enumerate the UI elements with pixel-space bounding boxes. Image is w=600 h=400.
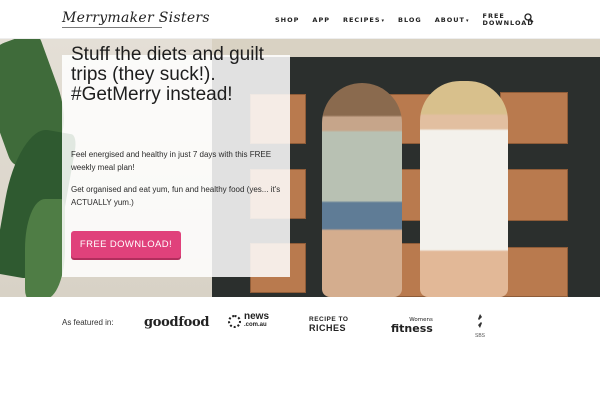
hero-title: Stuff the diets and guilt trips (they su… [71, 44, 264, 105]
featured-in-section: As featured in: goodfood news .com.au RE… [0, 297, 600, 400]
sbs-mercator-icon [478, 314, 482, 328]
wood-panel [502, 169, 568, 221]
wood-panel [500, 247, 568, 297]
nav-app-label: APP [312, 15, 330, 24]
main-nav: SHOP APP RECIPES▾ BLOG ABOUT▾ FREE DOWNL… [275, 0, 540, 39]
sister-right [420, 81, 508, 297]
goodfood-logo[interactable]: goodfood [144, 315, 209, 330]
nav-app[interactable]: APP [312, 16, 330, 24]
news-com-au-logo[interactable]: news .com.au [228, 312, 269, 329]
nav-recipes-label: RECIPES [342, 15, 381, 24]
hero-paragraph-1: Feel energised and healthy in just 7 day… [71, 150, 272, 172]
nav-about[interactable]: ABOUT▾ [435, 16, 470, 24]
sister-left [322, 83, 402, 297]
nav-blog-label: BLOG [398, 15, 422, 24]
sbs-logo[interactable]: SBS [473, 314, 487, 339]
chevron-down-icon: ▾ [381, 17, 386, 24]
free-download-button[interactable]: FREE DOWNLOAD! [71, 231, 181, 258]
wood-panel [500, 92, 568, 144]
hero-paragraph-2: Get organised and eat yum, fun and healt… [71, 185, 281, 207]
recipe-line-1: RECIPE TO [309, 316, 349, 323]
search-icon[interactable] [524, 13, 534, 23]
nav-blog[interactable]: BLOG [398, 16, 422, 24]
featured-label: As featured in: [62, 318, 114, 327]
nav-about-label: ABOUT [434, 15, 465, 24]
nav-free-download[interactable]: FREE DOWNLOAD [483, 12, 533, 27]
recipe-to-riches-logo[interactable]: RECIPE TO RICHES [309, 316, 348, 333]
sbs-caption: SBS [474, 333, 485, 339]
womens-fitness-logo[interactable]: Womens fitness [391, 316, 433, 335]
fitness-main-text: fitness [391, 322, 433, 335]
news-dots-icon [228, 314, 241, 328]
news-sub-text: .com.au [244, 322, 267, 328]
chevron-down-icon: ▾ [466, 17, 470, 24]
recipe-line-2: RICHES [309, 323, 347, 333]
nav-shop[interactable]: SHOP [275, 16, 299, 24]
palm-plant [25, 199, 65, 297]
logo-underline [62, 27, 162, 28]
site-header: Merrymaker Sisters SHOP APP RECIPES▾ BLO… [0, 0, 600, 39]
nav-recipes[interactable]: RECIPES▾ [343, 16, 385, 24]
nav-shop-label: SHOP [275, 15, 300, 24]
news-wordmark: news .com.au [244, 312, 269, 329]
site-logo[interactable]: Merrymaker Sisters [62, 10, 210, 26]
